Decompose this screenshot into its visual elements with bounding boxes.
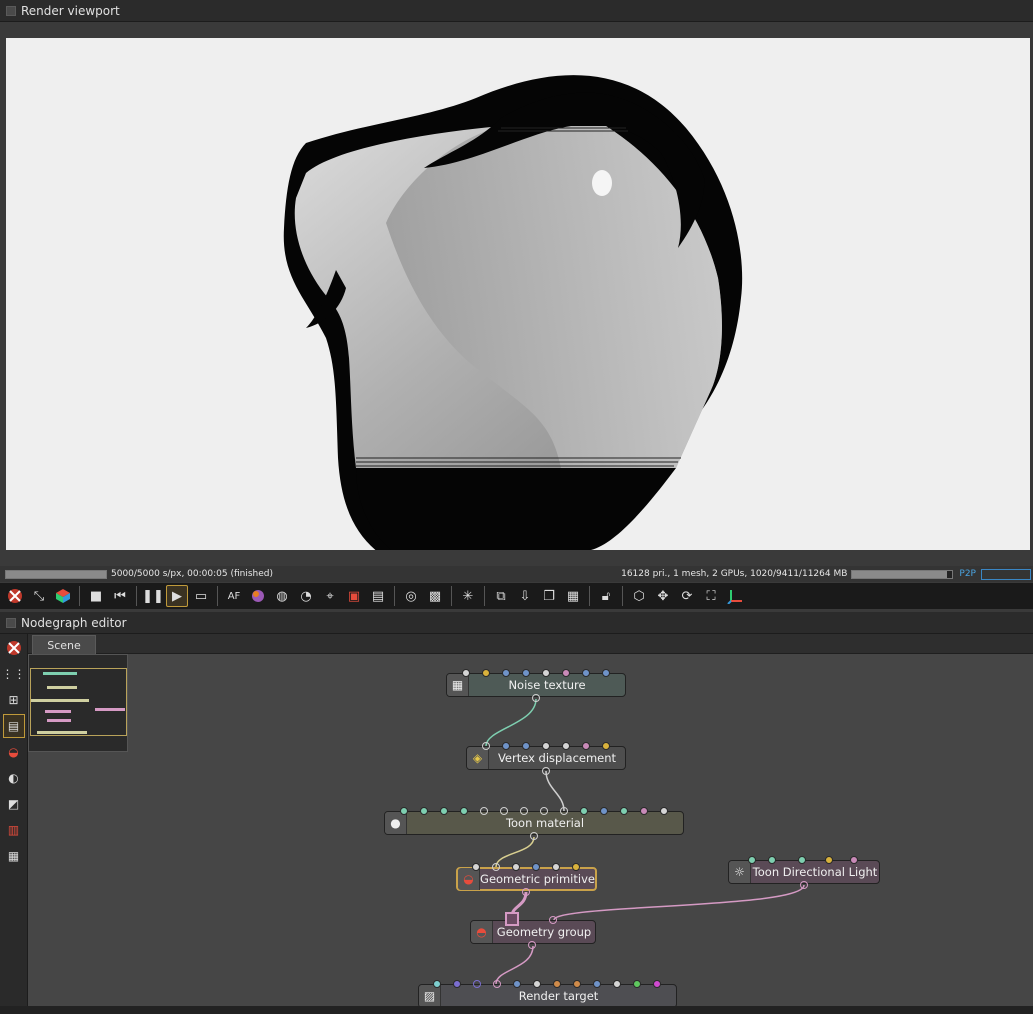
render-status-bar: 5000/5000 s/px, 00:00:05 (finished) 1612…: [0, 566, 1033, 582]
render-viewport-canvas[interactable]: [6, 38, 1030, 550]
rotate-icon[interactable]: ⟳: [676, 585, 698, 607]
bottom-strip: [0, 1006, 1033, 1014]
displacement-icon: ◈: [467, 747, 489, 769]
pause-icon[interactable]: ❚❚: [142, 585, 164, 607]
nodegraph-canvas[interactable]: ▦ Noise texture ◈ Vertex displacement ● …: [28, 654, 1033, 1006]
octane-logo-icon[interactable]: [4, 585, 26, 607]
rewind-icon[interactable]: ⏮: [109, 585, 131, 607]
play-icon[interactable]: ▶: [166, 585, 188, 607]
grid-icon[interactable]: ▦: [3, 844, 25, 868]
texture-icon: ▦: [447, 674, 469, 696]
material-node-icon[interactable]: ◐: [3, 766, 25, 790]
minimap-toggle-icon[interactable]: ▤: [2, 714, 25, 738]
geometry-group-icon: ◓: [471, 921, 493, 943]
render-viewport-title-bar: Render viewport: [0, 0, 1033, 22]
nodegraph-editor-title: Nodegraph editor: [21, 615, 127, 630]
nodegraph-left-toolbar: ⋮⋮ ⊞ ▤ ◒ ◐ ◩ ▥ ▦: [0, 634, 28, 1006]
render-viewport-title: Render viewport: [21, 3, 120, 18]
light-icon: ☼: [729, 861, 751, 883]
material-picker-icon[interactable]: ◍: [271, 585, 293, 607]
nodegraph-minimap[interactable]: [28, 654, 128, 752]
node-label: Toon Directional Light: [752, 865, 878, 879]
background-icon[interactable]: ▩: [424, 585, 446, 607]
memory-usage-bar: [851, 569, 954, 579]
color-icon[interactable]: [247, 585, 269, 607]
viewport-lock-icon[interactable]: ✳: [457, 585, 479, 607]
nodegraph-editor-title-bar: Nodegraph editor: [0, 612, 1033, 634]
render-viewport-frame: [0, 22, 1033, 566]
render-target-icon: ▨: [419, 985, 441, 1006]
fullscreen-icon[interactable]: ⛶: [700, 585, 722, 607]
gizmo-axes-icon[interactable]: [724, 585, 746, 607]
nodegraph-tab-strip: Scene: [28, 634, 1033, 654]
film-region-icon[interactable]: ▤: [367, 585, 389, 607]
zoom-icon[interactable]: ◎: [400, 585, 422, 607]
af-icon[interactable]: AF: [223, 585, 245, 607]
panel-menu-icon[interactable]: [6, 5, 16, 16]
p2p-label: P2P: [959, 569, 976, 579]
monitor-icon[interactable]: ▭: [190, 585, 212, 607]
stop-icon[interactable]: ■: [85, 585, 107, 607]
white-balance-icon[interactable]: ⌖: [319, 585, 341, 607]
geometry-group-input-pin[interactable]: [505, 912, 519, 926]
render-target-node-icon[interactable]: ▥: [3, 818, 25, 842]
node-label: Vertex displacement: [497, 751, 617, 765]
material-sphere-icon: ●: [385, 812, 407, 834]
geometry-node-icon[interactable]: ◒: [3, 740, 25, 764]
fit-icon[interactable]: ⤡: [28, 585, 50, 607]
node-label: Toon material: [505, 816, 585, 830]
copy-icon[interactable]: ❐: [538, 585, 560, 607]
render-toolbar: ⤡ ■ ⏮ ❚❚ ▶ ▭ AF ◍ ◔ ⌖ ▣ ▤ ◎ ▩ ✳ ⧉ ⇩ ❐ ▦ …: [0, 583, 1033, 609]
rendered-toon-blob: [283, 75, 743, 550]
clay-icon[interactable]: ⧉: [490, 585, 512, 607]
expand-nodes-icon[interactable]: ⊞: [3, 688, 25, 712]
stack-icon[interactable]: ⇩: [514, 585, 536, 607]
move-icon[interactable]: ✥: [652, 585, 674, 607]
p2p-indicator: [981, 568, 1031, 580]
camera-cube-icon[interactable]: ⬡: [628, 585, 650, 607]
render-region-icon[interactable]: ▣: [343, 585, 365, 607]
texture-node-icon[interactable]: ◩: [3, 792, 25, 816]
geometry-icon: ◒: [458, 868, 480, 890]
checker-icon[interactable]: ▦: [562, 585, 584, 607]
unlock-icon[interactable]: 🔓︎: [595, 585, 617, 607]
node-label: Geometric primitive: [480, 872, 595, 886]
collapse-nodes-icon[interactable]: ⋮⋮: [2, 662, 26, 686]
scene-stats-text: 16128 pri., 1 mesh, 2 GPUs, 1020/9411/11…: [621, 569, 848, 579]
render-progress-bar: [5, 569, 107, 579]
node-label: Noise texture: [508, 678, 586, 692]
render-status-text: 5000/5000 s/px, 00:00:05 (finished): [111, 569, 274, 579]
tab-scene[interactable]: Scene: [32, 635, 96, 654]
node-label: Render target: [518, 989, 599, 1003]
node-label: Geometry group: [496, 925, 592, 939]
focus-picker-icon[interactable]: ◔: [295, 585, 317, 607]
octane-logo-icon[interactable]: [3, 636, 25, 660]
panel-menu-icon[interactable]: [6, 617, 16, 628]
cube-color-icon[interactable]: [52, 585, 74, 607]
